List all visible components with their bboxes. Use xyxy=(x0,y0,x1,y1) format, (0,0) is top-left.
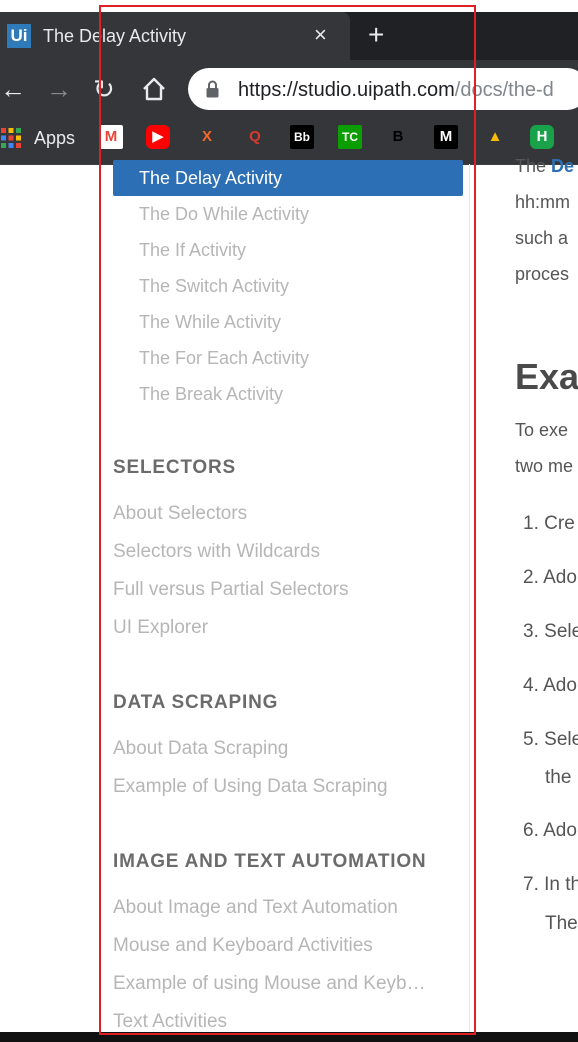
forward-arrow-icon[interactable]: → xyxy=(46,73,72,105)
sidebar-active-label: The Delay Activity xyxy=(139,168,283,188)
article-intro-line-1: The De xyxy=(515,154,574,178)
step-4: 4. Ado xyxy=(523,673,577,699)
step-5: 5. Sele xyxy=(523,727,578,753)
sidebar-link-mouse-keyboard[interactable]: Mouse and Keyboard Activities xyxy=(113,934,373,958)
step-7: 7. In th xyxy=(523,872,578,898)
sidebar-item-switch[interactable]: The Switch Activity xyxy=(139,274,289,298)
step-1: 1. Cre xyxy=(523,511,575,537)
intro-bold-link[interactable]: De xyxy=(551,156,574,176)
sidebar-link-about-data-scraping[interactable]: About Data Scraping xyxy=(113,737,288,761)
article-para-line-2: two me xyxy=(515,456,574,476)
intro-word: The xyxy=(515,156,547,176)
taskbar-edge xyxy=(0,1032,578,1042)
youtube-icon[interactable]: ▶ xyxy=(146,125,170,149)
uipath-favicon-icon: Ui xyxy=(7,24,31,48)
sidebar-item-break[interactable]: The Break Activity xyxy=(139,382,283,406)
back-arrow-icon[interactable]: ← xyxy=(0,73,26,105)
section-title-data-scraping: DATA SCRAPING xyxy=(113,692,279,713)
sidebar-link-text-activities[interactable]: Text Activities xyxy=(113,1010,227,1034)
step-text: Sele xyxy=(544,621,578,642)
step-number: 1. xyxy=(523,513,539,534)
step-number: 6. xyxy=(523,820,539,841)
sidebar-link-example-data-scraping[interactable]: Example of Using Data Scraping xyxy=(113,775,388,799)
medium-icon[interactable]: M xyxy=(434,125,458,149)
google-drive-icon[interactable]: ▲ xyxy=(483,125,507,149)
step-text: Ado xyxy=(543,675,577,696)
step-3: 3. Sele xyxy=(523,619,578,645)
bold-b-icon[interactable]: B xyxy=(386,125,410,149)
hackernoon-icon[interactable]: H xyxy=(530,125,554,149)
q-logo-icon[interactable]: Q xyxy=(243,125,267,149)
lock-icon xyxy=(206,80,219,98)
step-text: Ado xyxy=(543,567,577,588)
reload-icon[interactable]: ↻ xyxy=(93,73,115,105)
window-top-edge xyxy=(0,0,578,12)
techcrunch-icon[interactable]: TC xyxy=(338,125,362,149)
step-number: 7. xyxy=(523,874,539,895)
step-6: 6. Ado xyxy=(523,818,577,844)
step-text: Sele xyxy=(544,729,578,750)
sidebar-link-full-partial-selectors[interactable]: Full versus Partial Selectors xyxy=(113,578,348,602)
step-number: 5. xyxy=(523,729,539,750)
sidebar-item-while[interactable]: The While Activity xyxy=(139,310,281,334)
gmail-icon[interactable]: M xyxy=(99,125,123,149)
step-number: 3. xyxy=(523,621,539,642)
x-logo-icon[interactable]: X xyxy=(195,125,219,149)
step-text: Ado xyxy=(543,820,577,841)
url-text[interactable]: https://studio.uipath.com/docs/the-d xyxy=(238,76,554,104)
section-title-selectors: SELECTORS xyxy=(113,457,236,478)
sidebar-link-about-selectors[interactable]: About Selectors xyxy=(113,502,247,526)
sidebar-item-for-each[interactable]: The For Each Activity xyxy=(139,346,309,370)
sidebar-item-do-while[interactable]: The Do While Activity xyxy=(139,202,309,226)
article-intro-line-4: proces xyxy=(515,264,570,284)
step-text: In th xyxy=(544,874,578,895)
home-icon[interactable] xyxy=(141,76,167,102)
sidebar-link-ui-explorer[interactable]: UI Explorer xyxy=(113,616,208,640)
step-7-continuation: The xyxy=(545,913,578,934)
sidebar-link-about-image-text[interactable]: About Image and Text Automation xyxy=(113,896,398,920)
sidebar-link-selectors-wildcards[interactable]: Selectors with Wildcards xyxy=(113,540,320,564)
tab-title: The Delay Activity xyxy=(43,26,187,46)
article-intro-line-3: such a xyxy=(515,228,569,248)
url-host: https://studio.uipath.com xyxy=(238,79,455,101)
step-number: 4. xyxy=(523,675,539,696)
section-title-image-text-automation: IMAGE AND TEXT AUTOMATION xyxy=(113,851,427,872)
article-intro-line-2: hh:mm xyxy=(515,192,571,212)
behance-icon[interactable]: Bb xyxy=(290,125,314,149)
step-number: 2. xyxy=(523,567,539,588)
apps-grid-icon[interactable] xyxy=(0,127,22,149)
step-text: Cre xyxy=(544,513,575,534)
apps-bookmark-label[interactable]: Apps xyxy=(34,125,75,151)
article-para-line-1: To exe xyxy=(515,420,569,440)
step-5-continuation: the xyxy=(545,767,572,788)
new-tab-button[interactable]: + xyxy=(368,19,384,51)
close-tab-icon[interactable]: × xyxy=(314,22,327,48)
sidebar-item-if[interactable]: The If Activity xyxy=(139,238,246,262)
step-2: 2. Ado xyxy=(523,565,577,591)
sidebar-link-example-mouse-keyboard[interactable]: Example of using Mouse and Keyb… xyxy=(113,972,426,996)
example-heading: Exa xyxy=(515,356,578,397)
url-path: /docs/the-d xyxy=(454,79,554,101)
